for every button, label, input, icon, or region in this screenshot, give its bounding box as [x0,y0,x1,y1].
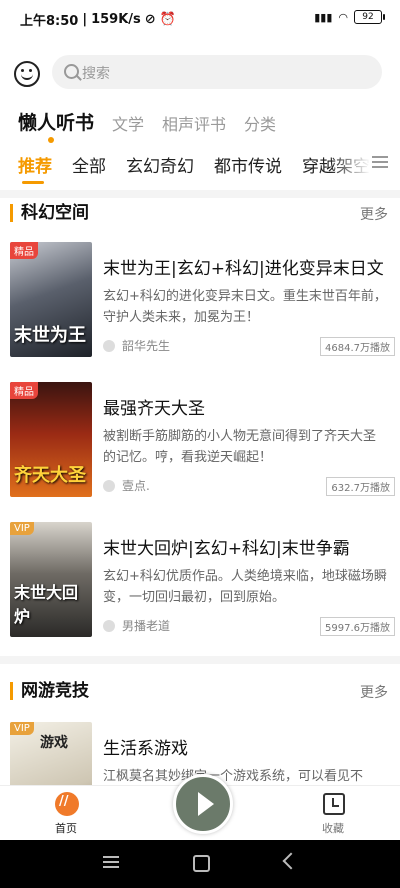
badge-vip: VIP [10,522,34,535]
book-author: 韶华先生 [122,339,171,353]
cover-title: 游戏 [40,735,68,751]
cover-title: 齐天大圣 [14,465,86,486]
cat-all[interactable]: 全部 [72,152,106,177]
tab-crosstalk[interactable]: 相声评书 [162,111,226,135]
search-icon [64,64,79,79]
play-count: 632.7万播放 [326,477,395,496]
book-description: 江枫莫名其妙绑定一个游戏系统，可以看见不 [103,769,364,784]
back-icon[interactable] [282,852,300,870]
nav-favorites-label[interactable]: 收藏 [322,820,344,836]
search-placeholder: 搜索 [82,66,110,82]
profile-smile-icon[interactable] [14,61,40,87]
book-title: 末世大回炉|玄幻+科幻|末世争霸 [103,539,350,559]
nav-home-label[interactable]: 首页 [55,820,77,836]
book-title: 生活系游戏 [103,739,188,759]
wifi-icon: ◠ [338,10,348,24]
favorites-icon[interactable] [323,793,345,815]
book-author: 壹点. [122,479,150,493]
badge-premium: 精品 [10,242,38,259]
status-bar: 上午8:50 | 159K/s ⊘ ⏰ ▮▮▮ ◠ 92 [0,0,400,36]
author-icon [103,620,115,632]
system-nav-bar [0,840,400,888]
book-cover: 精品 齐天大圣 [10,382,92,497]
play-count: 4684.7万播放 [320,337,395,356]
status-right: ▮▮▮ ◠ 92 [314,10,385,24]
category-underline [22,181,44,184]
book-cover: VIP 末世大回炉 [10,522,92,637]
tab-literature[interactable]: 文学 [112,111,144,135]
category-menu-icon[interactable] [372,156,388,168]
badge-vip: VIP [10,722,34,735]
status-divider: | [82,12,88,27]
status-speed: 159K/s [91,12,141,27]
cat-recommend[interactable]: 推荐 [18,152,52,177]
book-cover: 精品 末世为王 [10,242,92,357]
cat-urban[interactable]: 都市传说 [214,152,282,177]
alarm-icon: ⏰ [159,12,176,27]
book-title: 末世为王|玄幻+科幻|进化变异末日文 [103,259,384,279]
divider [0,656,400,664]
play-icon [198,792,214,816]
cover-title: 末世大回炉 [14,583,79,626]
status-left: 上午8:50 | 159K/s ⊘ ⏰ [20,10,176,29]
book-author: 男播老道 [122,619,171,633]
author-icon [103,340,115,352]
section-title-online-games: 网游竞技 [10,682,89,700]
section-more-online-games[interactable]: 更多 [360,682,388,702]
signal-icon: ▮▮▮ [314,10,333,24]
category-fade [330,146,370,182]
book-card[interactable]: 精品 末世为王 末世为王|玄幻+科幻|进化变异末日文 玄幻+科幻的进化变异末日文… [10,242,395,372]
section-title-scifi: 科幻空间 [10,204,89,222]
home-icon[interactable] [55,792,79,816]
book-description: 玄幻+科幻优质作品。人类绝境来临，地球磁场瞬变，一切回归最初，回到原始。 [103,569,387,605]
badge-premium: 精品 [10,382,38,399]
section-more-scifi[interactable]: 更多 [360,204,388,224]
active-tab-indicator [48,137,54,143]
divider [0,190,400,198]
book-cover: VIP 游戏 [10,722,92,785]
mini-player-button[interactable] [173,774,233,834]
tab-lanren[interactable]: 懒人听书 [18,108,94,135]
home-button-icon[interactable] [193,855,210,872]
book-title: 最强齐天大圣 [103,399,205,419]
cover-title: 末世为王 [14,325,86,346]
top-tabs: 懒人听书 文学 相声评书 分类 [18,108,276,135]
status-time: 上午8:50 [20,14,79,29]
author-icon [103,480,115,492]
play-count: 5997.6万播放 [320,617,395,636]
search-bar[interactable]: 搜索 [52,55,382,89]
category-tabs: 推荐 全部 玄幻奇幻 都市传说 穿越架空 [18,152,370,177]
cat-fantasy[interactable]: 玄幻奇幻 [126,152,194,177]
book-card[interactable]: 精品 齐天大圣 最强齐天大圣 被割断手筋脚筋的小人物无意间得到了齐天大圣的记忆。… [10,382,395,512]
book-description: 被割断手筋脚筋的小人物无意间得到了齐天大圣的记忆。哼，看我逆天崛起！ [103,429,377,465]
recent-apps-icon[interactable] [103,856,119,868]
mute-icon: ⊘ [144,12,156,27]
book-card[interactable]: VIP 末世大回炉 末世大回炉|玄幻+科幻|末世争霸 玄幻+科幻优质作品。人类绝… [10,522,395,652]
battery-icon: 92 [354,10,385,24]
tab-category[interactable]: 分类 [244,111,276,135]
book-description: 玄幻+科幻的进化变异末日文。重生末世百年前，守护人类未来，加冕为王！ [103,289,387,325]
